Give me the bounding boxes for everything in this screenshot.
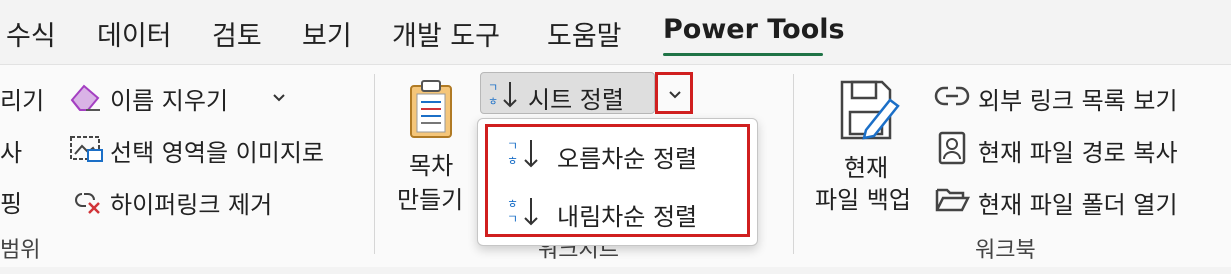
create-toc-label-2[interactable]: 만들기 xyxy=(397,180,463,215)
svg-text:ㅎ: ㅎ xyxy=(507,154,518,168)
image-icon xyxy=(70,136,103,162)
copy-path-button[interactable]: 현재 파일 경로 복사 xyxy=(978,133,1178,168)
partial-item-1[interactable]: 리기 xyxy=(0,81,44,116)
tab-developer[interactable]: 개발 도구 xyxy=(392,14,500,53)
active-tab-underline xyxy=(663,53,823,56)
open-folder-button[interactable]: 현재 파일 폴더 열기 xyxy=(978,185,1178,220)
sort-icon: ㄱ ㅎ xyxy=(488,81,517,108)
tab-view[interactable]: 보기 xyxy=(302,14,352,53)
svg-text:ㅎ: ㅎ xyxy=(507,197,518,211)
backup-label-2[interactable]: 파일 백업 xyxy=(815,180,911,215)
tab-review[interactable]: 검토 xyxy=(212,14,262,53)
link-icon xyxy=(934,86,970,106)
chevron-down-icon[interactable] xyxy=(270,88,288,106)
clipboard-toc-icon xyxy=(410,80,452,138)
sort-dropdown-button[interactable] xyxy=(655,72,693,114)
svg-text:ㄱ: ㄱ xyxy=(507,139,518,153)
tab-help[interactable]: 도움말 xyxy=(547,14,622,53)
ribbon-tab-bar: 수식 데이터 검토 보기 개발 도구 도움말 Power Tools xyxy=(0,0,1231,64)
tab-formulas[interactable]: 수식 xyxy=(6,14,56,53)
tab-power-tools[interactable]: Power Tools xyxy=(663,14,845,45)
sort-descending-item[interactable]: 내림차순 정렬 xyxy=(557,197,697,232)
sort-ascending-item[interactable]: 오름차순 정렬 xyxy=(557,139,697,174)
chevron-down-icon xyxy=(669,91,681,99)
partial-group-label: 범위 xyxy=(0,238,41,263)
save-backup-icon xyxy=(840,80,900,140)
group-separator xyxy=(793,74,794,254)
group-separator xyxy=(374,74,375,254)
backup-label-1[interactable]: 현재 xyxy=(844,148,888,183)
partial-item-3[interactable]: 핑 xyxy=(0,184,22,219)
folder-open-icon xyxy=(935,188,970,212)
svg-text:ㅎ: ㅎ xyxy=(488,95,498,108)
svg-text:ㄱ: ㄱ xyxy=(507,212,518,226)
tab-data[interactable]: 데이터 xyxy=(97,14,172,53)
sort-sheet-label: 시트 정렬 xyxy=(528,86,624,114)
svg-text:ㄱ: ㄱ xyxy=(488,81,498,94)
partial-item-2[interactable]: 사 xyxy=(0,133,22,168)
sort-ascending-icon: ㄱ ㅎ xyxy=(507,139,538,168)
remove-hyperlink-icon xyxy=(75,193,100,214)
eraser-icon xyxy=(70,84,100,111)
create-toc-label-1[interactable]: 목차 xyxy=(409,146,453,181)
remove-hyperlink-button[interactable]: 하이퍼링크 제거 xyxy=(110,185,272,220)
selection-to-image-button[interactable]: 선택 영역을 이미지로 xyxy=(110,133,324,168)
workbook-group-label: 워크북 xyxy=(975,238,1036,263)
external-links-button[interactable]: 외부 링크 목록 보기 xyxy=(978,81,1178,116)
clear-name-button[interactable]: 이름 지우기 xyxy=(110,81,228,116)
sort-descending-icon: ㅎ ㄱ xyxy=(507,197,538,226)
user-badge-icon xyxy=(938,131,966,165)
